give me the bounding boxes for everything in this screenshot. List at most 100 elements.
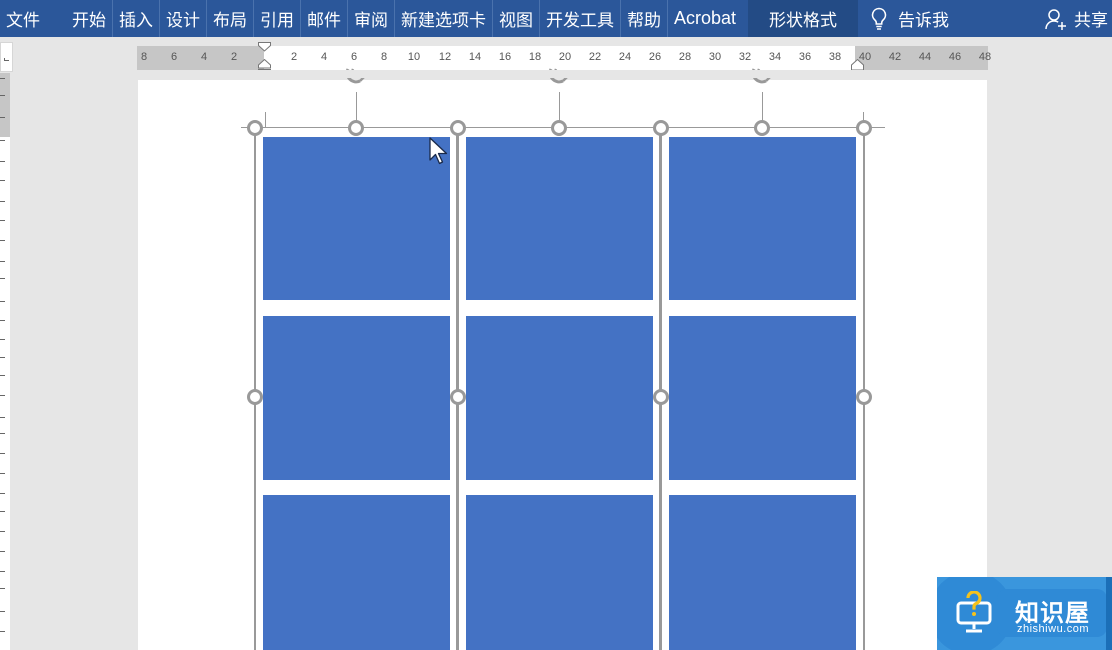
ruler-tick: 38 (828, 51, 842, 63)
ruler-tick (0, 531, 5, 532)
shape-tile-r2c1[interactable] (263, 316, 450, 480)
tab-view[interactable]: 视图 (493, 0, 540, 37)
ruler-tick: 4 (200, 51, 208, 63)
resize-handle-middle-right[interactable] (450, 389, 466, 405)
ruler-tick: 4 (320, 51, 328, 63)
shape-tile-r3c2[interactable] (466, 495, 653, 650)
shape-tile-r3c1[interactable] (263, 495, 450, 650)
ruler-tick: 30 (708, 51, 722, 63)
ruler-tick (0, 201, 5, 202)
watermark-edge (1106, 577, 1112, 650)
ruler-tick: 6 (170, 51, 178, 63)
tab-label: 插入 (119, 11, 153, 31)
resize-handle-top-right[interactable] (450, 120, 466, 136)
ruler-tick: 8 (380, 51, 388, 63)
tab-developer[interactable]: 开发工具 (540, 0, 621, 37)
ruler-tick (0, 95, 5, 96)
tab-help[interactable]: 帮助 (621, 0, 668, 37)
word-window: 文件 开始 插入 设计 布局 引用 邮件 审阅 新建选项卡 视图 开发工具 帮助… (0, 0, 1112, 650)
ruler-tick: 36 (798, 51, 812, 63)
tab-acrobat[interactable]: Acrobat (668, 0, 742, 37)
tell-me-search[interactable]: 告诉我 (870, 0, 949, 37)
resize-handle-top-right[interactable] (653, 120, 669, 136)
resize-handle-top-left[interactable] (247, 120, 263, 136)
resize-handle-middle-right[interactable] (653, 389, 669, 405)
ruler-tick (0, 453, 5, 454)
ruler-tick: 10 (407, 51, 421, 63)
shape-tile-r1c2[interactable] (466, 137, 653, 300)
tab-references[interactable]: 引用 (254, 0, 301, 37)
ruler-tick (0, 631, 5, 632)
ruler-tick (0, 78, 5, 79)
ruler-tick: 28 (678, 51, 692, 63)
ribbon-tab-bar: 文件 开始 插入 设计 布局 引用 邮件 审阅 新建选项卡 视图 开发工具 帮助… (0, 0, 1112, 37)
resize-handle-top-right[interactable] (856, 120, 872, 136)
ruler-tab-selector[interactable] (0, 42, 13, 72)
ruler-tick: 42 (888, 51, 902, 63)
resize-handle-top-middle[interactable] (754, 120, 770, 136)
ruler-tick: 24 (618, 51, 632, 63)
ruler-tick (0, 571, 5, 572)
ruler-tick: 2 (230, 51, 238, 63)
tab-new-tab[interactable]: 新建选项卡 (395, 0, 493, 37)
ruler-tick: 12 (438, 51, 452, 63)
tab-shape-format[interactable]: 形状格式 (748, 0, 859, 37)
ruler-top-margin (0, 73, 10, 137)
ruler-tick: 22 (588, 51, 602, 63)
watermark-logo: 知识屋 zhishiwu.com (937, 577, 1112, 650)
ruler-tick: 32 (738, 51, 752, 63)
shape-tile-r2c3[interactable] (669, 316, 856, 480)
tab-label: 邮件 (307, 11, 341, 31)
shape-tile-r3c3[interactable] (669, 495, 856, 650)
mouse-pointer-icon (429, 137, 448, 165)
ruler-tick (0, 433, 5, 434)
ruler-tick (0, 140, 5, 141)
tab-home[interactable]: 开始 (66, 0, 113, 37)
ruler-tick: 46 (948, 51, 962, 63)
vertical-ruler[interactable] (0, 73, 10, 650)
ruler-tick (0, 417, 5, 418)
tab-file[interactable]: 文件 (0, 0, 66, 37)
ruler-tick: 8 (140, 51, 148, 63)
tab-review[interactable]: 审阅 (348, 0, 395, 37)
tab-layout[interactable]: 布局 (207, 0, 254, 37)
ruler-tick (0, 375, 5, 376)
share-button[interactable]: 共享 (1044, 0, 1112, 37)
ruler-gap (137, 70, 988, 78)
ruler-tick: 48 (978, 51, 992, 63)
tab-insert[interactable]: 插入 (113, 0, 160, 37)
ruler-tick: 34 (768, 51, 782, 63)
first-line-indent-marker[interactable] (258, 42, 271, 52)
ruler-tick: 44 (918, 51, 932, 63)
ruler-tick: 14 (468, 51, 482, 63)
ruler-tick (0, 261, 5, 262)
add-person-icon (1044, 7, 1068, 31)
ruler-tick (0, 357, 5, 358)
resize-handle-middle-right[interactable] (856, 389, 872, 405)
tell-me-label: 告诉我 (898, 11, 950, 31)
tab-label: 开始 (72, 11, 106, 31)
tab-label: 形状格式 (769, 11, 838, 31)
tab-label: 新建选项卡 (401, 11, 486, 31)
resize-handle-top-middle[interactable] (348, 120, 364, 136)
resize-handle-middle-left[interactable] (247, 389, 263, 405)
tab-mailings[interactable]: 邮件 (301, 0, 348, 37)
help-monitor-icon (956, 591, 992, 633)
ruler-tick (0, 161, 5, 162)
tab-label: Acrobat (674, 8, 737, 28)
shape-tile-r1c3[interactable] (669, 137, 856, 300)
tab-label: 布局 (213, 11, 247, 31)
shape-tile-r2c2[interactable] (466, 316, 653, 480)
ruler-tick (0, 339, 5, 340)
shape-tile-r1c1[interactable] (263, 137, 450, 300)
tab-label: 文件 (6, 11, 40, 31)
tab-stop-icon (4, 58, 9, 61)
ruler-tick (0, 180, 5, 181)
ruler-tick: 16 (498, 51, 512, 63)
tab-design[interactable]: 设计 (160, 0, 207, 37)
resize-handle-top-middle[interactable] (551, 120, 567, 136)
ruler-tick (0, 220, 5, 221)
ruler-tick (0, 320, 5, 321)
tab-label: 审阅 (354, 11, 388, 31)
ruler-tick (0, 117, 5, 118)
